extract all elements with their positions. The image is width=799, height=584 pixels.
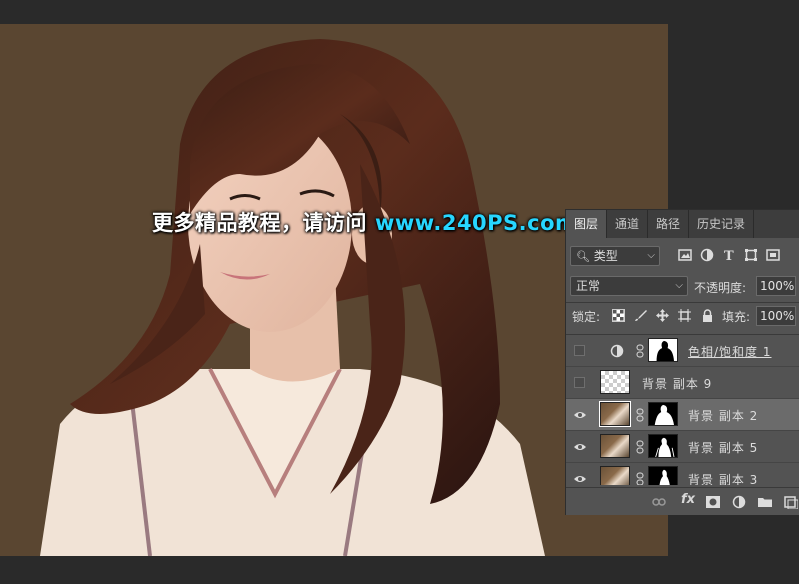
lock-all-icon[interactable] [701, 309, 714, 322]
layers-panel: 图层 通道 路径 历史记录 🔍︎ 类型 ⌵ T 正常 ⌵ 不透明度: 100% … [565, 209, 799, 515]
divider [566, 302, 799, 303]
chain-link-icon[interactable] [636, 440, 644, 454]
layer-row[interactable]: 背景 副本 5 [566, 431, 799, 463]
blend-mode-value: 正常 [576, 279, 601, 293]
search-icon: 🔍︎ [576, 250, 590, 263]
shape-filter-icon[interactable] [744, 248, 758, 262]
watermark-url: www.240PS.com [375, 211, 578, 235]
image-filter-icon[interactable] [678, 248, 692, 262]
chevron-down-icon: ⌵ [675, 280, 683, 291]
fill-label: 填充: [722, 310, 751, 324]
layers-bottom-bar: fx [566, 487, 799, 515]
layer-row[interactable]: 背景 副本 9 [566, 367, 799, 399]
smart-object-filter-icon[interactable] [766, 248, 780, 262]
watermark-label: 更多精品教程，请访问 [152, 211, 367, 235]
lock-position-icon[interactable] [656, 309, 669, 322]
panel-tabs: 图层 通道 路径 历史记录 [566, 210, 799, 238]
fx-icon[interactable]: fx [681, 492, 695, 507]
lock-artboard-icon[interactable] [678, 309, 691, 322]
new-layer-icon[interactable] [784, 495, 798, 509]
visibility-toggle[interactable] [574, 345, 585, 356]
eye-icon[interactable] [574, 441, 586, 453]
watermark-text: 更多精品教程，请访问 www.240PS.com [152, 207, 577, 237]
lock-transparent-icon[interactable] [612, 309, 625, 322]
layer-thumbnail[interactable] [600, 370, 630, 394]
adjustment-layer-icon [610, 344, 624, 358]
chain-link-icon[interactable] [636, 472, 644, 485]
layer-name[interactable]: 背景 副本 2 [688, 407, 758, 424]
new-adjustment-icon[interactable] [732, 495, 746, 509]
eye-icon[interactable] [574, 409, 586, 421]
layer-mask-thumbnail[interactable] [648, 338, 678, 362]
chain-link-icon[interactable] [636, 344, 644, 358]
layer-name[interactable]: 背景 副本 9 [642, 375, 712, 392]
layers-list: 色相/饱和度 1 背景 副本 9 背景 副本 2 背景 副本 5 背景 副本 3 [566, 335, 799, 485]
fill-field[interactable]: 100% [756, 306, 796, 326]
filter-kind-label: 类型 [593, 249, 618, 263]
tab-paths[interactable]: 路径 [648, 210, 690, 238]
layer-name[interactable]: 背景 副本 5 [688, 439, 758, 456]
tab-layers[interactable]: 图层 [566, 210, 608, 238]
blend-mode-select[interactable]: 正常 ⌵ [570, 276, 688, 296]
adjustment-filter-icon[interactable] [700, 248, 714, 262]
layer-thumbnail[interactable] [600, 466, 630, 485]
add-mask-icon[interactable] [706, 495, 720, 509]
opacity-field[interactable]: 100% [756, 276, 796, 296]
layer-filter-select[interactable]: 🔍︎ 类型 ⌵ [570, 246, 660, 266]
layer-row[interactable]: 背景 副本 3 [566, 463, 799, 485]
layer-mask-thumbnail[interactable] [648, 466, 678, 485]
new-group-icon[interactable] [758, 495, 772, 509]
opacity-label: 不透明度: [694, 281, 747, 295]
layer-thumbnail[interactable] [600, 434, 630, 458]
type-filter-icon[interactable]: T [722, 248, 736, 262]
layer-row[interactable]: 背景 副本 2 [566, 399, 799, 431]
lock-label: 锁定: [572, 310, 601, 324]
layer-thumbnail[interactable] [599, 401, 631, 427]
chain-link-icon[interactable] [636, 408, 644, 422]
layer-mask-thumbnail[interactable] [648, 402, 678, 426]
tab-history[interactable]: 历史记录 [689, 210, 755, 238]
tab-channels[interactable]: 通道 [607, 210, 649, 238]
layer-mask-thumbnail[interactable] [648, 434, 678, 458]
link-layers-icon[interactable] [652, 495, 666, 509]
svg-text:T: T [724, 249, 734, 262]
visibility-toggle[interactable] [574, 377, 585, 388]
layer-row[interactable]: 色相/饱和度 1 [566, 335, 799, 367]
layer-name[interactable]: 色相/饱和度 1 [688, 343, 772, 360]
eye-icon[interactable] [574, 473, 586, 485]
lock-paint-icon[interactable] [634, 309, 647, 322]
layer-name[interactable]: 背景 副本 3 [688, 471, 758, 485]
chevron-down-icon: ⌵ [647, 250, 655, 261]
